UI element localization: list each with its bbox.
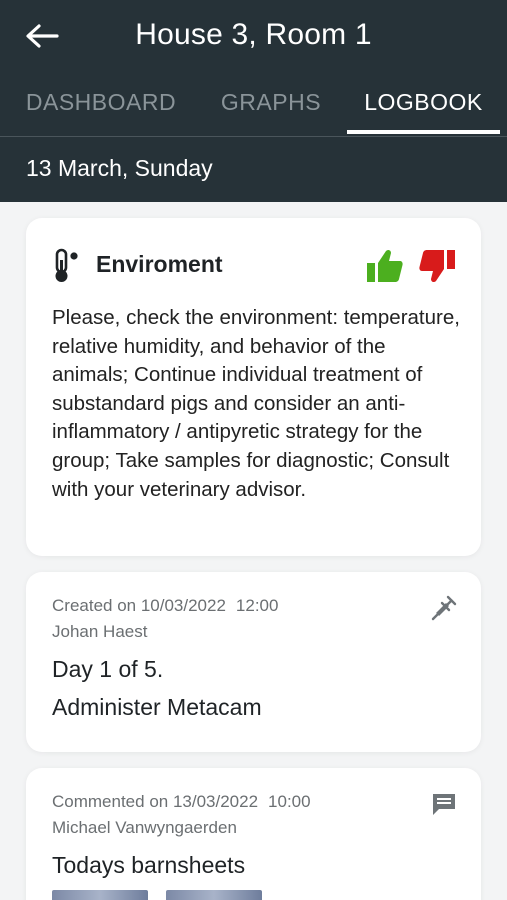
advice-title: Enviroment bbox=[96, 251, 223, 277]
entry-line-1: Day 1 of 5. bbox=[52, 656, 164, 682]
thumbs-up-icon[interactable] bbox=[366, 248, 404, 284]
thermometer-icon bbox=[55, 248, 78, 282]
comment-icon bbox=[433, 794, 455, 815]
active-tab-indicator bbox=[347, 130, 500, 134]
entry-line-1: Todays barnsheets bbox=[52, 852, 246, 878]
page-title: House 3, Room 1 bbox=[135, 18, 372, 51]
title-bar: House 3, Room 1 bbox=[0, 0, 507, 72]
tab-dashboard[interactable]: DASHBOARD bbox=[12, 72, 190, 132]
entry-line-2: Administer Metacam bbox=[52, 694, 262, 720]
tab-logbook[interactable]: LOGBOOK bbox=[347, 72, 500, 132]
entry-time: 10:00 bbox=[268, 792, 311, 811]
log-entry-card[interactable]: Commented on 13/03/2022 10:00 Michael Van… bbox=[26, 768, 481, 900]
divider bbox=[0, 136, 507, 137]
entry-meta: Created on 10/03/2022 12:00 bbox=[52, 596, 278, 616]
advice-text: Please, check the environment: temperatu… bbox=[52, 306, 460, 501]
created-date: Created on 10/03/2022 bbox=[52, 596, 226, 615]
tab-bar: DASHBOARD GRAPHS LOGBOOK bbox=[0, 72, 507, 136]
commented-date: Commented on 13/03/2022 bbox=[52, 792, 259, 811]
attachment-thumbnail[interactable] bbox=[52, 890, 148, 900]
entry-author: Johan Haest bbox=[52, 622, 148, 641]
attachment-thumbnail[interactable] bbox=[166, 890, 262, 900]
tab-graphs[interactable]: GRAPHS bbox=[200, 72, 342, 132]
entry-meta: Commented on 13/03/2022 10:00 bbox=[52, 792, 311, 812]
app-bar: House 3, Room 1 DASHBOARD GRAPHS LOGBOOK… bbox=[0, 0, 507, 202]
log-entry-card[interactable]: Created on 10/03/2022 12:00 Johan Haest D… bbox=[26, 572, 481, 752]
thumbs-down-icon[interactable] bbox=[418, 248, 456, 284]
entry-time: 12:00 bbox=[235, 596, 279, 615]
syringe-icon bbox=[431, 595, 457, 621]
entry-author: Michael Vanwyngaerden bbox=[52, 818, 237, 837]
advice-card: Enviroment Please, check the environment… bbox=[26, 218, 481, 556]
date-label: 13 March, Sunday bbox=[26, 155, 213, 181]
